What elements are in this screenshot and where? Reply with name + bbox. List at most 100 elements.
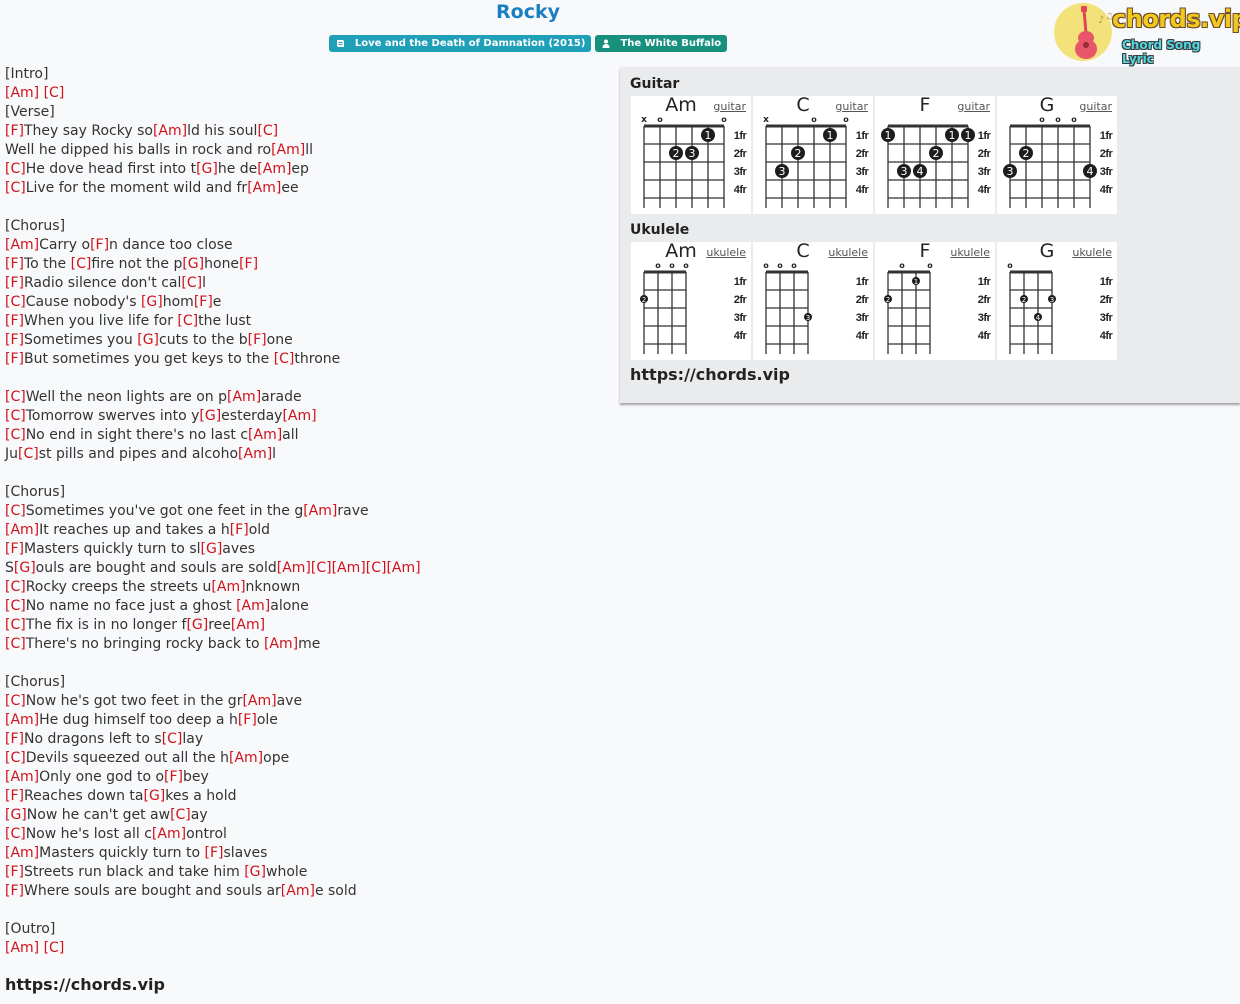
chord-link[interactable]: [G]	[201, 541, 223, 557]
chord-link[interactable]: [F]	[204, 845, 223, 861]
chord-link[interactable]: [F]	[5, 351, 24, 367]
chord-link[interactable]: [Am]	[242, 693, 276, 709]
chord-link[interactable]: [G]	[141, 294, 163, 310]
chord-link[interactable]: [C]	[177, 313, 198, 329]
chord-link[interactable]: [F]	[5, 313, 24, 329]
chord-link[interactable]: [C]	[257, 123, 278, 139]
guitar-link[interactable]: guitar	[713, 100, 746, 113]
site-logo[interactable]: ♪ ♫ chords.vip Chord Song Lyric	[1054, 3, 1240, 66]
guitar-chord-card-c[interactable]: x o o 1fr 2fr 3fr 4fr 1 2 3 Cguitar	[753, 94, 873, 214]
chord-link[interactable]: [Am]	[5, 712, 39, 728]
guitar-chord-card-g[interactable]: o o o 1fr 2fr 3fr 4fr 2 3 4 Gguitar	[997, 94, 1117, 214]
chord-link[interactable]: [F]	[5, 788, 24, 804]
chord-link[interactable]: [F]	[248, 332, 267, 348]
chord-link[interactable]: [C]	[170, 807, 191, 823]
chord-link[interactable]: [Am]	[257, 161, 291, 177]
chord-link[interactable]: [C]	[5, 408, 26, 424]
chord-link[interactable]: [C]	[181, 275, 202, 291]
chord-link[interactable]: [Am]	[5, 85, 39, 101]
chord-link[interactable]: [F]	[238, 712, 257, 728]
ukulele-chord-card-c[interactable]: o o o 1fr 2fr 3fr 4fr 3 Cukulele	[753, 240, 873, 360]
chord-link[interactable]: [C]	[5, 294, 26, 310]
ukulele-chord-card-g[interactable]: o 1fr 2fr 3fr 4fr 2 3 4 Gukulele	[997, 240, 1117, 360]
chord-link[interactable]: [G]	[144, 788, 166, 804]
chord-link[interactable]: [G]	[244, 864, 266, 880]
chord-link[interactable]: [F]	[164, 769, 183, 785]
guitar-link[interactable]: guitar	[957, 100, 990, 113]
chord-link[interactable]: [Am]	[227, 389, 261, 405]
chord-link[interactable]: [C]	[5, 180, 26, 196]
artist-badge[interactable]: The White Buffalo	[595, 35, 728, 52]
chord-link[interactable]: [F]	[5, 123, 24, 139]
chord-link[interactable]: [F]	[5, 256, 24, 272]
chord-link[interactable]: [C]	[5, 389, 26, 405]
chord-link[interactable]: [Am]	[282, 408, 316, 424]
chord-link[interactable]: [C]	[274, 351, 295, 367]
chord-link[interactable]: [F]	[5, 541, 24, 557]
chord-link[interactable]: [C]	[18, 446, 39, 462]
guitar-link[interactable]: guitar	[1079, 100, 1112, 113]
guitar-chord-card-am[interactable]: x o o 1fr 2fr 3fr 4fr 1 2 3 Am guitar	[631, 94, 751, 214]
chord-link[interactable]: [Am]	[236, 598, 270, 614]
guitar-chord-card-f[interactable]: 1fr 2fr 3fr 4fr 1 1 1 2 3 4 Fguitar	[875, 94, 995, 214]
chord-link[interactable]: [Am]	[5, 845, 39, 861]
chord-link[interactable]: [Am]	[332, 560, 366, 576]
chord-link[interactable]: [Am]	[5, 769, 39, 785]
chord-link[interactable]: [C]	[5, 617, 26, 633]
guitar-link[interactable]: guitar	[835, 100, 868, 113]
chord-link[interactable]: [C]	[44, 940, 65, 956]
chord-link[interactable]: [F]	[5, 332, 24, 348]
chord-link[interactable]: [G]	[199, 408, 221, 424]
chord-link[interactable]: [Am]	[264, 636, 298, 652]
chord-link[interactable]: [F]	[5, 883, 24, 899]
chord-link[interactable]: [C]	[5, 693, 26, 709]
chord-link[interactable]: [G]	[182, 256, 204, 272]
chord-link[interactable]: [Am]	[231, 617, 265, 633]
ukulele-chord-card-am[interactable]: o o o 1fr 2fr 3fr 4fr 2 Am ukulele	[631, 240, 751, 360]
chord-link[interactable]: [C]	[5, 598, 26, 614]
chord-link[interactable]: [C]	[5, 427, 26, 443]
chord-link[interactable]: [C]	[311, 560, 332, 576]
chord-link[interactable]: [F]	[194, 294, 213, 310]
chord-link[interactable]: [Am]	[238, 446, 272, 462]
chord-link[interactable]: [C]	[162, 731, 183, 747]
chord-link[interactable]: [C]	[366, 560, 387, 576]
chord-link[interactable]: [C]	[5, 161, 26, 177]
chord-link[interactable]: [Am]	[153, 123, 187, 139]
chord-link[interactable]: [F]	[5, 731, 24, 747]
chord-link[interactable]: [Am]	[5, 237, 39, 253]
chord-link[interactable]: [C]	[5, 579, 26, 595]
chord-link[interactable]: [C]	[71, 256, 92, 272]
chord-link[interactable]: [G]	[5, 807, 27, 823]
chord-link[interactable]: [Am]	[303, 503, 337, 519]
ukulele-link[interactable]: ukulele	[1072, 246, 1112, 259]
ukulele-chord-card-f[interactable]: o o 1fr 2fr 3fr 4fr 1 2 Fukulele	[875, 240, 995, 360]
chord-link[interactable]: [Am]	[248, 427, 282, 443]
chord-link[interactable]: [Am]	[247, 180, 281, 196]
chord-link[interactable]: [C]	[44, 85, 65, 101]
chord-link[interactable]: [Am]	[277, 560, 311, 576]
chord-link[interactable]: [Am]	[229, 750, 263, 766]
chord-link[interactable]: [F]	[230, 522, 249, 538]
album-badge[interactable]: Love and the Death of Damnation (2015)	[328, 35, 592, 52]
chord-link[interactable]: [G]	[137, 332, 159, 348]
chord-link[interactable]: [C]	[5, 750, 26, 766]
ukulele-link[interactable]: ukulele	[706, 246, 746, 259]
ukulele-link[interactable]: ukulele	[950, 246, 990, 259]
chord-link[interactable]: [Am]	[386, 560, 420, 576]
chord-link[interactable]: [Am]	[281, 883, 315, 899]
chord-link[interactable]: [G]	[186, 617, 208, 633]
panel-url[interactable]: https://chords.vip	[630, 365, 790, 384]
chord-link[interactable]: [F]	[90, 237, 109, 253]
ukulele-link[interactable]: ukulele	[828, 246, 868, 259]
chord-link[interactable]: [Am]	[5, 522, 39, 538]
chord-link[interactable]: [Am]	[5, 940, 39, 956]
chord-link[interactable]: [C]	[5, 636, 26, 652]
chord-link[interactable]: [F]	[5, 864, 24, 880]
chord-link[interactable]: [Am]	[271, 142, 305, 158]
footer-url[interactable]: https://chords.vip	[5, 975, 165, 994]
chord-link[interactable]: [F]	[239, 256, 258, 272]
chord-link[interactable]: [C]	[5, 826, 26, 842]
chord-link[interactable]: [C]	[5, 503, 26, 519]
chord-link[interactable]: [G]	[196, 161, 218, 177]
